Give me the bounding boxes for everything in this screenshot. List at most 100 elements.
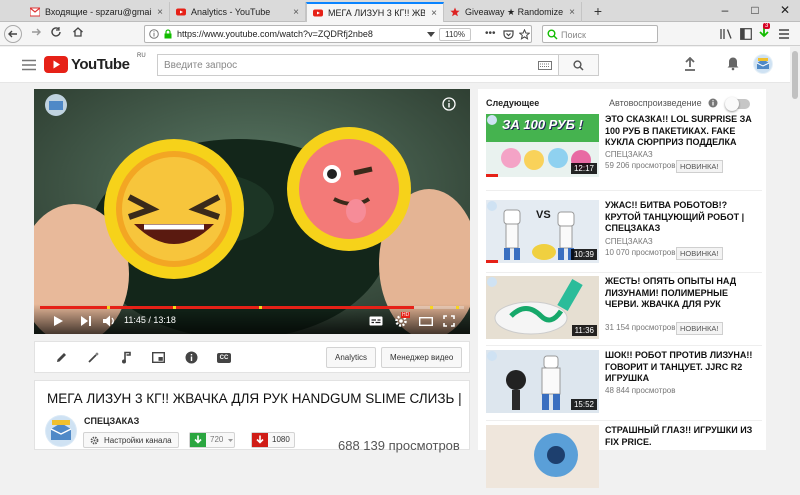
video-player[interactable]: 11:45 / 13:18 HD [34, 89, 470, 334]
chevron-down-icon [228, 439, 233, 442]
video-thumbnail[interactable]: VS 10:39 [486, 200, 599, 263]
youtube-search-button[interactable] [559, 54, 599, 76]
chevron-down-icon[interactable] [427, 32, 435, 37]
channel-name[interactable]: СПЕЦЗАКАЗ [84, 416, 139, 426]
account-avatar[interactable] [753, 54, 773, 74]
video-title[interactable]: ЖЕСТЬ! ОПЯТЬ ОПЫТЫ НАД ЛИЗУНАМИ! ПОЛИМЕР… [605, 276, 763, 311]
list-item[interactable]: ЗА 100 РУБ ! 12:17 ЭТО СКАЗКА!! LOL SURP… [486, 114, 762, 184]
new-badge: НОВИНКА! [676, 160, 723, 173]
play-icon[interactable] [52, 315, 64, 327]
video-title[interactable]: УЖАС!! БИТВА РОБОТОВ!? КРУТОЙ ТАНЦУЮЩИЙ … [605, 200, 763, 235]
search-icon [547, 29, 558, 40]
list-item[interactable]: VS 10:39 УЖАС!! БИТВА РОБОТОВ!? КРУТОЙ Т… [486, 200, 762, 270]
close-window-button[interactable]: ✕ [770, 0, 800, 22]
youtube-logo-text: YouTube [71, 56, 130, 73]
music-note-icon[interactable] [121, 351, 132, 364]
closed-captions-button[interactable]: CC [217, 353, 231, 363]
dislike-count-box: 1080 [251, 432, 295, 448]
page-actions-icon[interactable]: ••• [485, 28, 496, 39]
home-button[interactable] [70, 26, 86, 42]
volume-icon[interactable] [102, 314, 116, 328]
forward-button[interactable] [28, 26, 44, 42]
view-count: 688 139 просмотров [338, 438, 460, 453]
lock-icon[interactable] [163, 29, 173, 39]
minimize-button[interactable]: – [710, 0, 740, 22]
upload-icon[interactable] [684, 57, 696, 71]
scrollbar-thumb[interactable] [792, 51, 798, 99]
menu-icon[interactable] [778, 28, 790, 40]
url-bar[interactable]: https://www.youtube.com/watch?v=ZQDRfj2n… [144, 25, 532, 43]
progress-bar[interactable] [40, 306, 464, 309]
channel-avatar[interactable] [45, 415, 77, 447]
pencil-icon[interactable] [55, 351, 68, 364]
notifications-bell-icon[interactable] [727, 56, 739, 71]
video-title[interactable]: СТРАШНЫЙ ГЛАЗ!! ИГРУШКИ ИЗ FIX PRICE. [605, 425, 763, 448]
video-thumbnail[interactable]: 11:36 [486, 276, 599, 339]
keyboard-icon[interactable] [538, 61, 552, 70]
fullscreen-icon[interactable] [443, 315, 455, 327]
view-count: 10 070 просмотров [605, 248, 676, 257]
back-button[interactable] [4, 25, 22, 43]
tab-giveaway[interactable]: Giveaway ★ Randomizer for Yo × [444, 2, 582, 22]
next-video-icon[interactable] [80, 315, 92, 327]
url-text[interactable]: https://www.youtube.com/watch?v=ZQDRfj2n… [177, 29, 373, 39]
pocket-icon[interactable] [503, 29, 514, 40]
autoplay-toggle[interactable] [725, 97, 750, 111]
divider [486, 420, 762, 421]
analytics-button[interactable]: Analytics [326, 347, 377, 368]
info-icon[interactable] [149, 29, 159, 39]
time-current: 11:45 [124, 315, 146, 325]
end-screen-icon[interactable] [152, 352, 165, 363]
video-thumbnail[interactable] [486, 425, 599, 488]
dislike-button[interactable] [252, 433, 268, 447]
video-thumbnail[interactable]: 15:52 [486, 350, 599, 413]
tab-close-icon[interactable]: × [157, 7, 163, 18]
theater-mode-icon[interactable] [419, 317, 433, 326]
browser-search-field[interactable]: Поиск [542, 25, 658, 43]
youtube-search-input[interactable]: Введите запрос [157, 54, 559, 76]
video-duration: 12:17 [570, 163, 597, 174]
tab-close-icon[interactable]: × [569, 7, 575, 18]
youtube-icon [176, 8, 186, 16]
downloads-button[interactable]: 3 [757, 23, 771, 40]
video-title[interactable]: ЭТО СКАЗКА!! LOL SURPRISE ЗА 100 РУБ В П… [605, 114, 763, 149]
video-title[interactable]: ШОК!! РОБОТ ПРОТИВ ЛИЗУНА!! ГОВОРИТ И ТА… [605, 350, 763, 385]
zoom-indicator[interactable]: 110% [439, 28, 471, 41]
library-icon[interactable] [720, 28, 734, 40]
magic-wand-icon[interactable] [87, 351, 100, 364]
tab-video[interactable]: МЕГА ЛИЗУН 3 КГ!! ЖВАЧКА Д × [306, 2, 444, 22]
channel-name[interactable]: СПЕЦЗАКАЗ [605, 237, 653, 246]
bookmark-star-icon[interactable] [519, 29, 530, 40]
subtitles-icon[interactable] [369, 316, 383, 326]
browser-tab-bar: Входящие - spzaru@gmail.com × Analytics … [0, 0, 800, 22]
tab-gmail[interactable]: Входящие - spzaru@gmail.com × [24, 2, 170, 22]
channel-name[interactable]: СПЕЦЗАКАЗ [605, 150, 653, 159]
maximize-button[interactable]: □ [740, 0, 770, 22]
video-thumbnail[interactable]: ЗА 100 РУБ ! 12:17 [486, 114, 599, 177]
sidebar-icon[interactable] [740, 28, 752, 40]
video-manager-button[interactable]: Менеджер видео [381, 347, 463, 368]
list-item[interactable]: 15:52 ШОК!! РОБОТ ПРОТИВ ЛИЗУНА!! ГОВОРИ… [486, 350, 762, 420]
list-item[interactable]: СТРАШНЫЙ ГЛАЗ!! ИГРУШКИ ИЗ FIX PRICE. [486, 425, 762, 495]
tab-title: Analytics - YouTube [191, 7, 271, 17]
info-icon[interactable] [708, 98, 718, 108]
list-item[interactable]: 11:36 ЖЕСТЬ! ОПЯТЬ ОПЫТЫ НАД ЛИЗУНАМИ! П… [486, 276, 762, 346]
notification-badge: 3 [763, 23, 771, 29]
thumbnail-image [486, 425, 599, 488]
tab-close-icon[interactable]: × [431, 8, 437, 19]
reload-button[interactable] [48, 26, 64, 42]
hamburger-menu-icon[interactable] [22, 59, 36, 71]
autoplay-label: Автовоспроизведение [609, 98, 702, 108]
info-card-icon[interactable] [442, 97, 456, 111]
tab-analytics[interactable]: Analytics - YouTube × [170, 2, 306, 22]
up-next-sidebar: Следующее Автовоспроизведение ЗА 100 РУБ… [478, 89, 766, 488]
subscribe-button[interactable] [190, 433, 206, 447]
page-scrollbar[interactable] [790, 47, 800, 450]
tab-title: Giveaway ★ Randomizer for Yo [465, 6, 564, 17]
info-icon[interactable] [185, 351, 198, 364]
channel-settings-button[interactable]: Настройки канала [83, 432, 179, 448]
tab-close-icon[interactable]: × [293, 7, 299, 18]
settings-button[interactable]: HD [394, 312, 411, 328]
new-tab-button[interactable]: + [588, 2, 608, 20]
new-badge: НОВИНКА! [676, 322, 723, 335]
